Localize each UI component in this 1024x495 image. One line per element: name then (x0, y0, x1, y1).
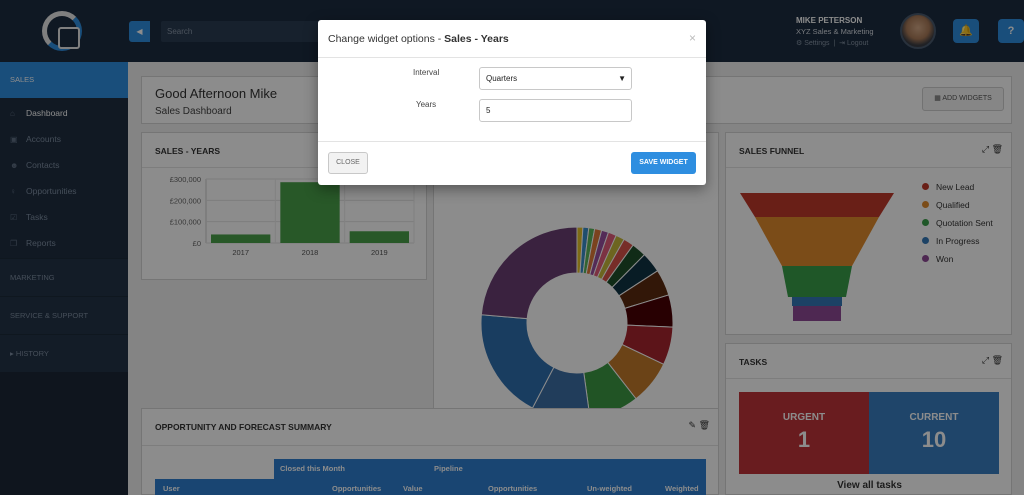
interval-label: Interval (413, 68, 440, 77)
interval-select[interactable]: Quarters ▼ (479, 67, 632, 90)
caret-down-icon: ▼ (618, 74, 626, 83)
close-button[interactable]: CLOSE (328, 152, 368, 174)
years-input[interactable]: 5 (479, 99, 632, 122)
years-label: Years (416, 100, 437, 109)
save-widget-button[interactable]: SAVE WIDGET (631, 152, 696, 174)
close-icon[interactable]: × (689, 31, 696, 45)
widget-options-modal: Change widget options - Sales - Years × … (318, 20, 706, 185)
modal-title: Change widget options - Sales - Years (328, 33, 509, 45)
